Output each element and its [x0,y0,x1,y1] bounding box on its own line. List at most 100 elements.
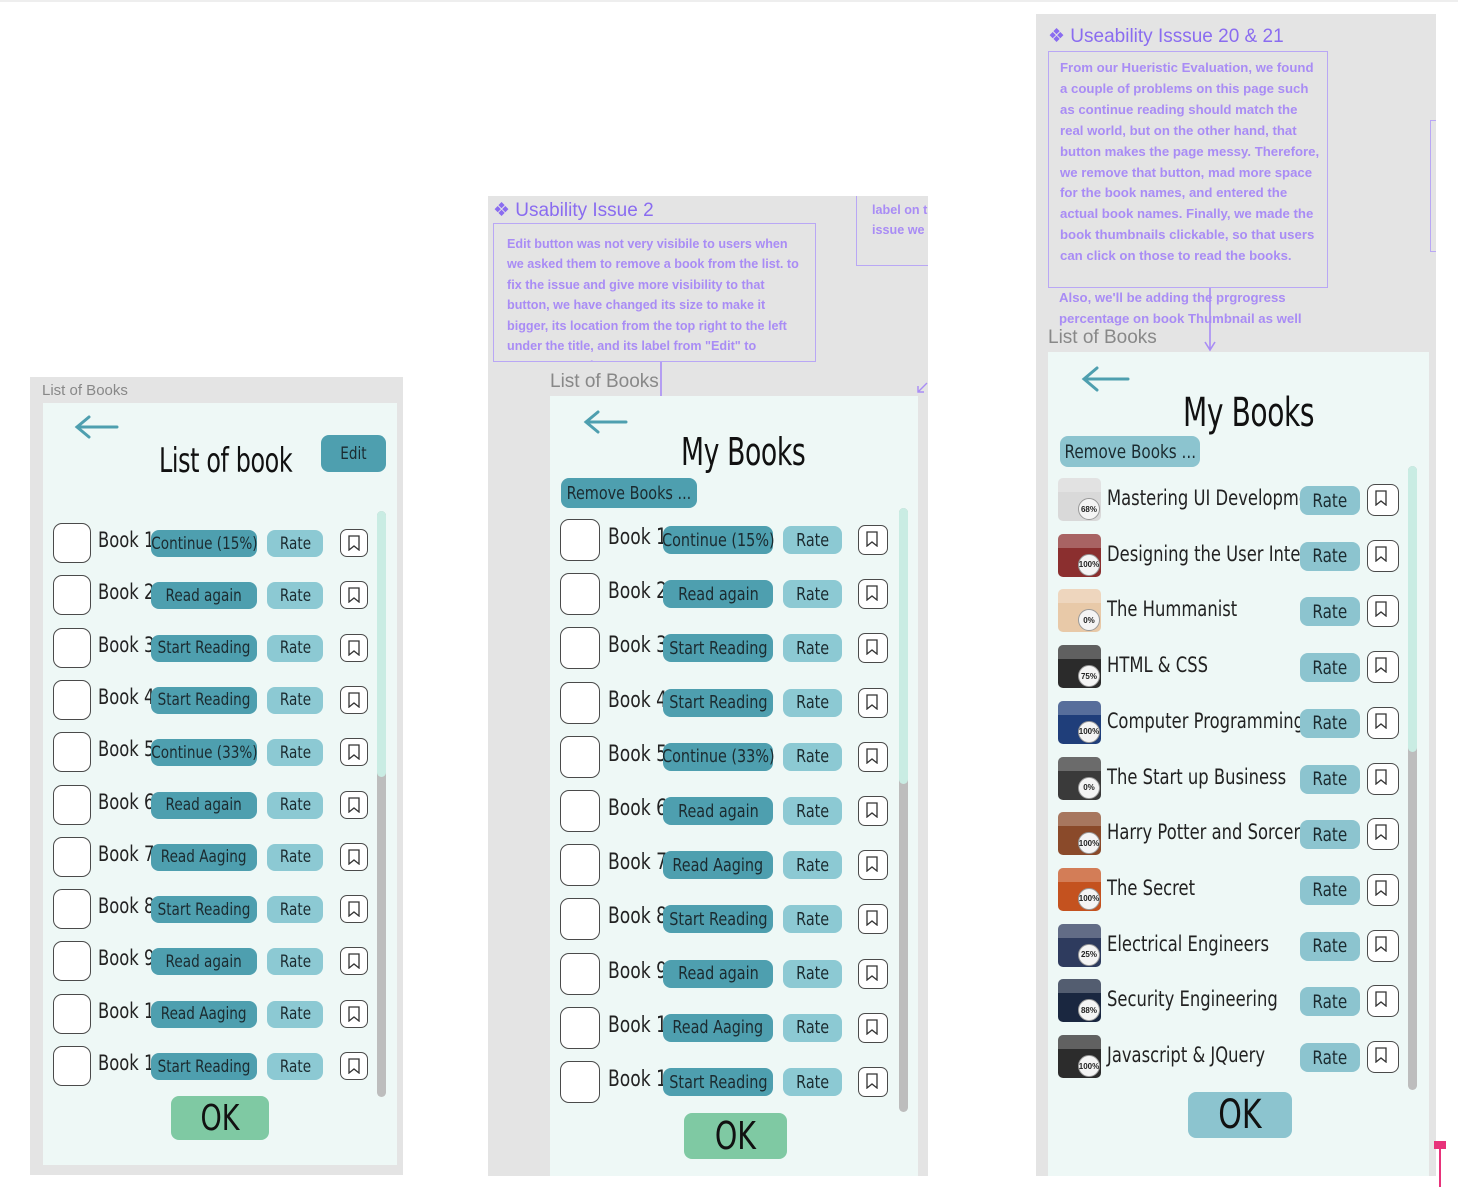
scrollbar[interactable] [899,508,908,1112]
bookmark-icon[interactable] [340,738,368,767]
ok-button[interactable]: OK [1188,1092,1292,1138]
action-button[interactable]: Read Aaging [151,843,257,871]
rate-button[interactable]: Rate [1300,1043,1360,1072]
book-title[interactable]: Harry Potter and Sorcer... [1107,820,1314,844]
bookmark-icon[interactable] [1367,929,1399,962]
rate-button[interactable]: Rate [783,580,842,609]
rate-button[interactable]: Rate [267,896,323,924]
scrollbar-thumb[interactable] [899,508,908,784]
select-checkbox[interactable] [53,523,91,563]
bookmark-icon[interactable] [1367,873,1399,906]
edit-button[interactable]: Edit [321,435,386,472]
select-checkbox[interactable] [560,627,600,670]
bookmark-icon[interactable] [1367,818,1399,851]
rate-button[interactable]: Rate [783,688,842,717]
select-checkbox[interactable] [53,889,91,930]
scrollbar-thumb[interactable] [377,511,386,777]
book-title[interactable]: Javascript & JQuery [1107,1043,1265,1067]
book-thumbnail[interactable]: 68% [1058,478,1101,521]
bookmark-icon[interactable] [1367,539,1399,572]
bookmark-icon[interactable] [858,741,888,772]
rate-button[interactable]: Rate [783,742,842,771]
select-checkbox[interactable] [560,1006,600,1049]
rate-button[interactable]: Rate [267,739,323,767]
book-thumbnail[interactable]: 0% [1058,589,1101,633]
rate-button[interactable]: Rate [267,530,323,557]
rate-button[interactable]: Rate [783,1068,842,1096]
bookmark-icon[interactable] [858,904,888,935]
remove-books-button[interactable]: Remove Books ... [561,478,697,508]
bookmark-icon[interactable] [1367,762,1399,795]
back-arrow-icon[interactable] [73,415,119,439]
select-checkbox[interactable] [53,679,91,720]
bookmark-icon[interactable] [340,529,368,557]
rate-button[interactable]: Rate [783,851,842,880]
action-button[interactable]: Read again [151,582,257,610]
book-title[interactable]: HTML & CSS [1107,653,1208,677]
select-checkbox[interactable] [53,836,91,877]
select-checkbox[interactable] [53,941,91,982]
rate-button[interactable]: Rate [1300,764,1360,794]
action-button[interactable]: Start Reading [151,686,257,714]
book-title[interactable]: The Start up Business [1107,765,1286,789]
select-checkbox[interactable] [53,1046,91,1086]
book-title[interactable]: Mastering UI Development [1107,486,1326,510]
rate-button[interactable]: Rate [1300,541,1360,571]
action-button[interactable]: Continue (33%) [662,742,774,771]
bookmark-icon[interactable] [858,633,888,664]
select-checkbox[interactable] [560,790,600,832]
action-button[interactable]: Continue (15%) [662,526,774,554]
rate-button[interactable]: Rate [783,959,842,988]
action-button[interactable]: Start Reading [663,688,773,717]
book-thumbnail[interactable]: 100% [1058,812,1101,856]
bookmark-icon[interactable] [858,579,888,610]
select-checkbox[interactable] [560,519,600,561]
action-button[interactable]: Read again [663,580,773,609]
bookmark-icon[interactable] [340,947,368,976]
ok-button[interactable]: OK [684,1113,787,1159]
action-button[interactable]: Read Aaging [151,1000,257,1028]
bookmark-icon[interactable] [340,842,368,871]
action-button[interactable]: Start Reading [151,896,257,924]
bookmark-icon[interactable] [1367,706,1399,739]
bookmark-icon[interactable] [858,850,888,881]
rate-button[interactable]: Rate [783,526,842,554]
book-thumbnail[interactable]: 100% [1058,1035,1101,1078]
select-checkbox[interactable] [53,784,91,825]
scrollbar[interactable] [377,511,386,1097]
book-title[interactable]: Electrical Engineers [1107,932,1269,956]
action-button[interactable]: Start Reading [663,634,773,663]
rate-button[interactable]: Rate [783,634,842,663]
action-button[interactable]: Read Aaging [663,851,773,880]
rate-button[interactable]: Rate [267,1000,323,1028]
bookmark-icon[interactable] [340,790,368,819]
action-button[interactable]: Read Aaging [663,1013,773,1042]
book-thumbnail[interactable]: 88% [1058,979,1101,1023]
select-checkbox[interactable] [560,735,600,778]
bookmark-icon[interactable] [858,1067,888,1097]
select-checkbox[interactable] [53,627,91,668]
rate-button[interactable]: Rate [1300,486,1360,515]
rate-button[interactable]: Rate [1300,653,1360,683]
select-checkbox[interactable] [560,844,600,887]
select-checkbox[interactable] [53,993,91,1034]
rate-button[interactable]: Rate [267,948,323,976]
bookmark-icon[interactable] [858,687,888,718]
bookmark-icon[interactable] [340,1052,368,1080]
bookmark-icon[interactable] [340,999,368,1028]
book-thumbnail[interactable]: 0% [1058,756,1101,800]
action-button[interactable]: Start Reading [151,1053,257,1080]
back-arrow-icon[interactable] [582,410,628,434]
book-title[interactable]: Security Engineering [1107,987,1278,1011]
action-button[interactable]: Read again [151,948,257,976]
action-button[interactable]: Start Reading [151,634,257,662]
rate-button[interactable]: Rate [1300,875,1360,905]
action-button[interactable]: Start Reading [663,1068,773,1096]
rate-button[interactable]: Rate [267,791,323,819]
action-button[interactable]: Start Reading [663,905,773,934]
rate-button[interactable]: Rate [1300,931,1360,961]
book-thumbnail[interactable]: 25% [1058,923,1101,967]
select-checkbox[interactable] [560,898,600,941]
action-button[interactable]: Continue (33%) [151,739,257,767]
rate-button[interactable]: Rate [1300,597,1360,627]
